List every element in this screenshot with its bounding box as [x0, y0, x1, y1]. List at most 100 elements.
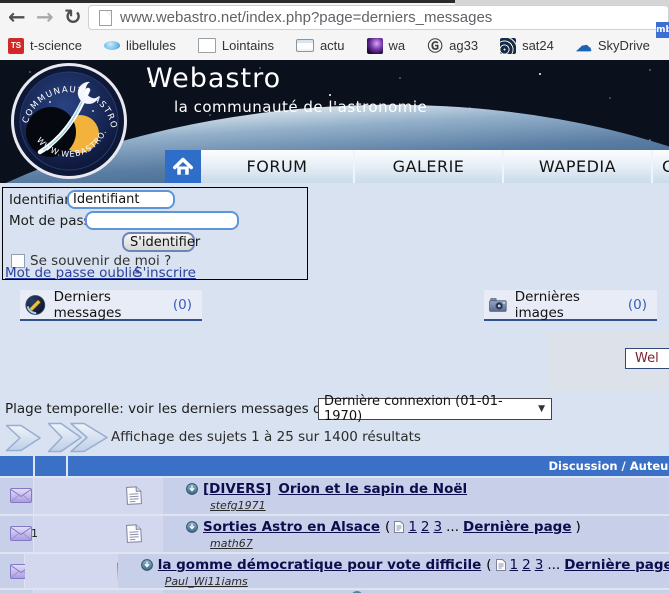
- bookmark-label: actu: [319, 38, 345, 53]
- t-science-icon: TS: [8, 37, 24, 54]
- page-link[interactable]: 2: [522, 557, 531, 573]
- header-status-col: [0, 456, 33, 476]
- last-page-link[interactable]: Dernière page: [564, 557, 669, 573]
- window-icon: [295, 39, 314, 52]
- refresh-button[interactable]: ↻: [64, 4, 82, 30]
- page-link[interactable]: 2: [421, 519, 430, 535]
- thread-title-cell: la gomme démocratique pour vote difficil…: [117, 554, 669, 588]
- forward-button[interactable]: →: [36, 4, 54, 30]
- bookmark-ag33[interactable]: Ⓖ ag33: [427, 38, 479, 55]
- thread-status-cell: [0, 554, 32, 588]
- tab-galerie[interactable]: GALERIE: [353, 150, 502, 183]
- camera-icon: [489, 297, 507, 312]
- tab-home[interactable]: [165, 150, 201, 183]
- tab-strip: [0, 0, 455, 3]
- next-page-arrow[interactable]: [5, 424, 43, 452]
- last-images-tab[interactable]: Dernières images (0): [484, 288, 657, 321]
- mini-document-icon: [394, 521, 405, 533]
- envelope-icon: [10, 526, 32, 541]
- page-link[interactable]: 1: [408, 519, 417, 535]
- page-icon: [99, 9, 112, 26]
- mini-document-icon: [495, 559, 506, 571]
- results-summary: Affichage des sujets 1 à 25 sur 1400 rés…: [111, 429, 421, 445]
- bookmark-label: sat24: [522, 38, 554, 53]
- side-panel: Wel: [547, 331, 669, 392]
- page-link[interactable]: 1: [510, 557, 519, 573]
- last-images-count: (0): [627, 296, 647, 313]
- bookmark-actu[interactable]: actu: [295, 38, 345, 53]
- messages-icon: [25, 294, 46, 315]
- last-page-link[interactable]: Dernière page: [463, 519, 572, 535]
- login-button[interactable]: S'identifier: [122, 232, 200, 252]
- thread-row: 1 Sorties Astro en Alsace (1 2 3 ... De…: [0, 516, 669, 552]
- forgot-password-link[interactable]: Mot de passe oublié: [5, 265, 140, 281]
- bookmark-label: t-science: [30, 38, 83, 53]
- time-range-label: Plage temporelle: voir les derniers mess…: [5, 401, 358, 417]
- last-messages-tab[interactable]: Derniers messages (0): [20, 288, 202, 321]
- thread-icon-cell: [24, 554, 133, 588]
- last-messages-count: (0): [172, 296, 192, 313]
- thread-title-link[interactable]: la gomme démocratique pour vote difficil…: [158, 557, 482, 573]
- register-link[interactable]: S'inscrire: [134, 265, 196, 281]
- thread-title-cell: Sorties Astro en Alsace ( 1 2 3 ... Dern…: [163, 516, 669, 552]
- document-icon: [126, 486, 142, 505]
- spiral-icon: Ⓖ: [427, 38, 443, 55]
- goto-first-unread-icon[interactable]: [140, 559, 153, 571]
- bookmark-libellules[interactable]: libellules: [104, 38, 176, 53]
- thread-author-link[interactable]: math67: [210, 537, 669, 550]
- browser-window: ← → ↻ www.webastro.net/index.php?page=de…: [0, 0, 669, 593]
- radar-icon: [500, 37, 517, 54]
- bookmark-mb[interactable]: mb: [656, 22, 669, 38]
- thread-author-link[interactable]: stefg1971: [210, 499, 669, 512]
- mb-icon: mb: [656, 22, 669, 38]
- table-header: Discussion / Auteur: [0, 456, 669, 476]
- goto-first-unread-icon[interactable]: [186, 521, 198, 533]
- time-range-select[interactable]: Dernière connexion (01-01-1970) ▼: [318, 394, 552, 424]
- thread-row: la gomme démocratique pour vote difficil…: [0, 554, 669, 588]
- tab-wapedia[interactable]: WAPEDIA: [502, 150, 651, 183]
- tab-forum[interactable]: FORUM: [201, 150, 353, 183]
- thread-pagination: ( 1 2 3 ... Dernière page ): [385, 519, 581, 535]
- thread-title-link[interactable]: Sorties Astro en Alsace: [203, 519, 380, 535]
- webastro-logo[interactable]: COMMUNAUTE ASTRONOMIQUE WWW.WEBASTRO.NET: [10, 62, 128, 180]
- main-nav: FORUM GALERIE WAPEDIA C: [165, 150, 669, 183]
- password-field[interactable]: [85, 211, 239, 230]
- last-messages-label: Derniers messages: [53, 288, 122, 321]
- page-link[interactable]: 3: [434, 519, 443, 535]
- last-images-label: Dernières images: [514, 288, 580, 321]
- home-icon: [172, 157, 194, 175]
- nebula-icon: [366, 37, 383, 54]
- thread-title-link[interactable]: Orion et le sapin de Noël: [278, 481, 467, 497]
- chevron-down-icon: ▼: [538, 404, 545, 414]
- header-icon-col: [35, 456, 66, 476]
- back-button[interactable]: ←: [8, 4, 26, 30]
- bookmark-lointains[interactable]: Lointains: [197, 38, 274, 53]
- last-page-arrow[interactable]: [47, 422, 109, 453]
- tab-cutoff[interactable]: C: [651, 150, 669, 183]
- envelope-icon: [10, 488, 32, 503]
- bookmark-sat24[interactable]: sat24: [500, 37, 554, 54]
- thread-author-link[interactable]: Paul_Wi11iams: [165, 575, 669, 588]
- bookmark-label: ag33: [449, 38, 479, 53]
- bookmark-wa[interactable]: wa: [366, 37, 406, 54]
- site-header: COMMUNAUTE ASTRONOMIQUE WWW.WEBASTRO.NET…: [0, 60, 669, 183]
- site-title: Webastro: [146, 63, 282, 94]
- bookmarks-bar: TS t-science libellules Lointains actu w…: [0, 31, 669, 60]
- page-link[interactable]: 3: [535, 557, 544, 573]
- libellules-icon: [104, 41, 121, 50]
- address-bar[interactable]: www.webastro.net/index.php?page=derniers…: [88, 5, 669, 30]
- bookmark-skydrive[interactable]: ☁ SkyDrive: [575, 37, 650, 55]
- header-discussion-author[interactable]: Discussion / Auteur: [68, 456, 669, 476]
- thread-title-cell: [DIVERS] Orion et le sapin de Noël stefg…: [163, 478, 669, 514]
- bookmark-t-science[interactable]: TS t-science: [8, 37, 83, 54]
- welcome-button[interactable]: Wel: [625, 348, 669, 369]
- cloud-icon: ☁: [575, 37, 592, 55]
- bookmark-label: wa: [388, 38, 406, 53]
- goto-first-unread-icon[interactable]: [186, 483, 198, 495]
- unread-count-badge: 1: [31, 527, 38, 540]
- url-text[interactable]: www.webastro.net/index.php?page=derniers…: [120, 9, 492, 26]
- thread-prefix[interactable]: [DIVERS]: [203, 481, 271, 497]
- username-field[interactable]: [67, 190, 175, 209]
- thread-status-cell: 1: [0, 516, 38, 552]
- thread-icon-cell: [34, 516, 163, 552]
